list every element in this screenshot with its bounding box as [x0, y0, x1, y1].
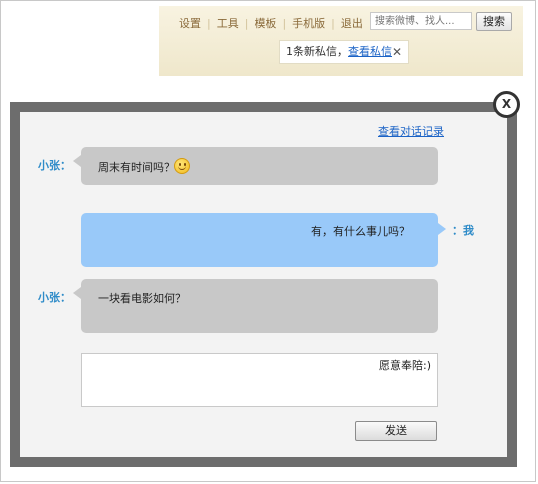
top-nav-links: 设置 | 工具 | 模板 | 手机版 | 退出 [173, 15, 369, 31]
nav-logout-link[interactable]: 退出 [335, 15, 369, 31]
smiley-icon [174, 158, 190, 174]
message-text: 有，有什么事儿吗？ [311, 225, 410, 238]
top-navigation-bar: 设置 | 工具 | 模板 | 手机版 | 退出 搜索 1条新私信，查看私信 ✕ [159, 6, 523, 76]
message-text: 周末有时间吗？ [98, 161, 175, 174]
message-bubble: 一块看电影如何？ [73, 279, 438, 333]
message-bubble: 有，有什么事儿吗？ [81, 213, 446, 267]
dialog-body: 查看对话记录 小张： 周末有时间吗？ 有，有什么事儿吗？ ：我 小张： 一块看电… [20, 112, 507, 457]
speaker-label: ：我 [452, 224, 474, 237]
speaker-label: 小张： [38, 291, 71, 304]
dialog-close-button[interactable]: X [493, 91, 520, 118]
notice-close-icon[interactable]: ✕ [392, 41, 402, 63]
view-messages-link[interactable]: 查看私信 [348, 45, 392, 58]
notice-text: 1条新私信， [286, 45, 348, 58]
speaker-label: 小张： [38, 159, 71, 172]
bubble-tail [73, 155, 81, 167]
send-button[interactable]: 发送 [355, 421, 437, 441]
nav-mobile-link[interactable]: 手机版 [286, 15, 331, 31]
nav-tools-link[interactable]: 工具 [211, 15, 245, 31]
bubble-tail [438, 223, 446, 235]
reply-textarea[interactable]: 愿意奉陪:) [81, 353, 438, 407]
message-bubble: 周末有时间吗？ [73, 147, 438, 185]
view-history-link[interactable]: 查看对话记录 [378, 123, 444, 139]
smiley-mouth [178, 165, 186, 170]
search-input[interactable] [370, 12, 472, 30]
nav-templates-link[interactable]: 模板 [248, 15, 282, 31]
bubble-tail [73, 287, 81, 299]
nav-settings-link[interactable]: 设置 [173, 15, 207, 31]
private-message-dialog: 查看对话记录 小张： 周末有时间吗？ 有，有什么事儿吗？ ：我 小张： 一块看电… [10, 102, 517, 467]
message-text: 一块看电影如何？ [98, 292, 186, 305]
search-button[interactable]: 搜索 [476, 12, 512, 31]
new-message-notice: 1条新私信，查看私信 ✕ [279, 40, 409, 64]
